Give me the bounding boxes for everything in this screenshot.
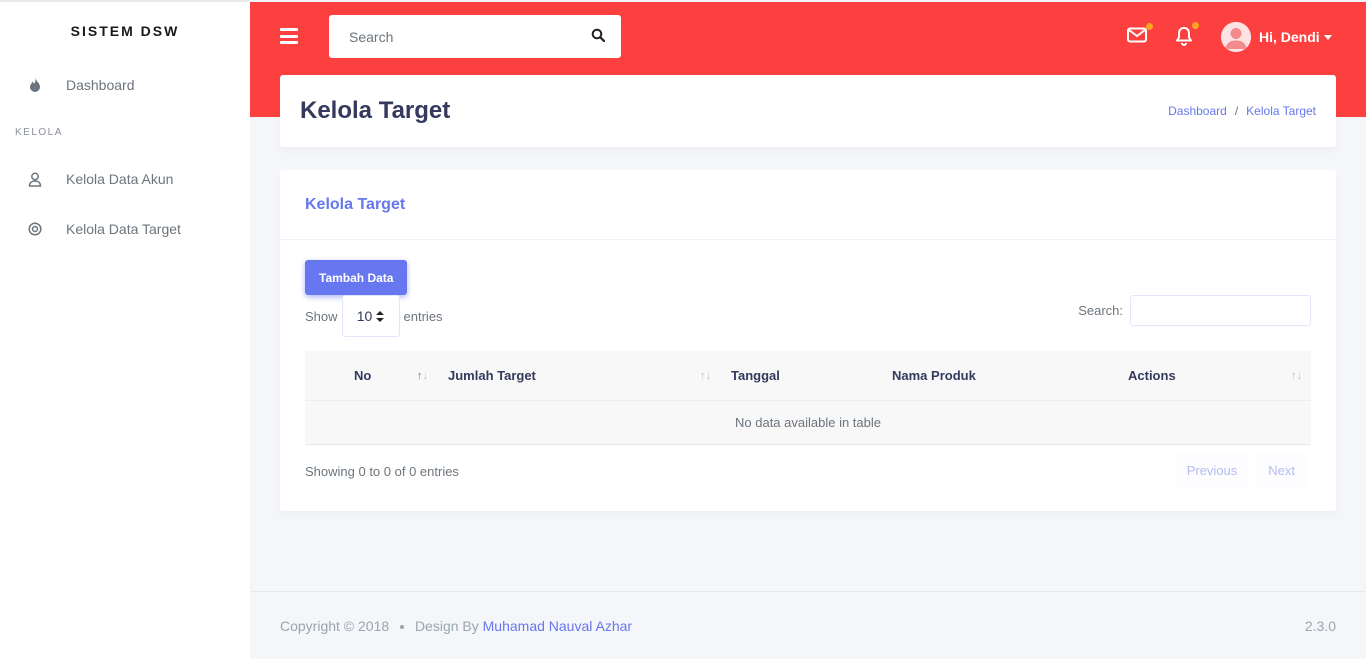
entries-select-value: 10 — [356, 308, 373, 324]
footer: Copyright © 2018 Design By Muhamad Nauva… — [250, 591, 1366, 659]
column-header-tanggal[interactable]: Tanggal — [731, 368, 780, 383]
sidebar: SISTEM DSW Dashboard KELOLA Kelola Data … — [0, 0, 250, 659]
sidebar-item-kelola-data-akun[interactable]: Kelola Data Akun — [0, 154, 250, 204]
pagination: Previous Next — [1174, 453, 1307, 487]
data-table: No ↑↓ Jumlah Target ↑↓ Tanggal Nama Prod… — [305, 351, 1311, 445]
version-text: 2.3.0 — [1304, 617, 1336, 634]
entries-select[interactable]: 10 — [341, 295, 400, 337]
footer-bullet — [400, 624, 405, 629]
column-header-actions[interactable]: Actions — [1128, 368, 1176, 383]
sidebar-item-label: Kelola Data Target — [66, 221, 181, 237]
fire-icon — [27, 77, 43, 93]
sidebar-item-label: Dashboard — [66, 77, 135, 93]
table-empty-row: No data available in table — [305, 401, 1311, 445]
column-header-no[interactable]: No — [354, 368, 371, 383]
card-title: Kelola Target — [305, 195, 406, 213]
chevron-down-icon — [1323, 34, 1332, 40]
search-box — [329, 15, 621, 58]
breadcrumb: Dashboard / Kelola Target — [1168, 104, 1316, 118]
copyright-text: Copyright © 2018 — [280, 617, 390, 634]
sort-updown-icon — [376, 310, 385, 322]
design-by-text: Design By — [414, 617, 479, 634]
sort-icon: ↑↓ — [700, 370, 711, 382]
target-card: Kelola Target Tambah Data Show 10 entrie… — [280, 170, 1336, 511]
table-info: Showing 0 to 0 of 0 entries — [305, 464, 459, 479]
breadcrumb-dashboard[interactable]: Dashboard — [1168, 104, 1227, 118]
table-header: No ↑↓ Jumlah Target ↑↓ Tanggal Nama Prod… — [305, 351, 1311, 401]
brand-title[interactable]: SISTEM DSW — [0, 2, 250, 60]
section-header: Kelola Target Dashboard / Kelola Target — [280, 75, 1336, 147]
previous-button[interactable]: Previous — [1174, 453, 1250, 487]
sort-icon: ↑↓ — [1291, 370, 1302, 382]
search-icon[interactable] — [591, 28, 607, 44]
table-search-label: Search: — [1078, 303, 1123, 318]
user-menu[interactable]: Hi, Dendi — [1221, 22, 1332, 52]
user-greeting: Hi, Dendi — [1259, 29, 1320, 45]
column-header-nama-produk[interactable]: Nama Produk — [892, 368, 976, 383]
menu-toggle-icon[interactable] — [280, 28, 298, 44]
breadcrumb-kelola-target[interactable]: Kelola Target — [1246, 104, 1316, 118]
envelope-icon[interactable] — [1127, 23, 1153, 47]
column-header-jumlah-target[interactable]: Jumlah Target — [448, 368, 536, 383]
empty-message: No data available in table — [735, 415, 881, 430]
table-filter: Search: — [1078, 295, 1311, 326]
add-data-button[interactable]: Tambah Data — [305, 260, 408, 295]
footer-left: Copyright © 2018 Design By Muhamad Nauva… — [280, 618, 632, 634]
page-title: Kelola Target — [300, 97, 451, 124]
bell-icon[interactable] — [1175, 22, 1199, 46]
show-label: Show — [305, 308, 338, 324]
search-input[interactable] — [329, 15, 569, 58]
target-icon — [27, 221, 43, 237]
card-header: Kelola Target — [280, 170, 1336, 240]
sidebar-item-label: Kelola Data Akun — [66, 171, 174, 187]
sidebar-item-dashboard[interactable]: Dashboard — [0, 60, 250, 110]
sidebar-section-header: KELOLA — [15, 126, 63, 138]
entries-length: Show 10 entries — [305, 295, 443, 337]
entries-label: entries — [403, 308, 443, 324]
notification-dot — [1146, 23, 1153, 30]
sort-asc-icon: ↑↓ — [417, 370, 428, 382]
table-search-input[interactable] — [1130, 295, 1311, 326]
sidebar-item-kelola-data-target[interactable]: Kelola Data Target — [0, 204, 250, 254]
breadcrumb-separator: / — [1234, 104, 1239, 118]
notification-dot — [1192, 22, 1199, 29]
next-button[interactable]: Next — [1256, 453, 1307, 487]
user-icon — [27, 171, 43, 187]
author-link[interactable]: Muhamad Nauval Azhar — [483, 618, 632, 634]
avatar — [1221, 22, 1251, 52]
